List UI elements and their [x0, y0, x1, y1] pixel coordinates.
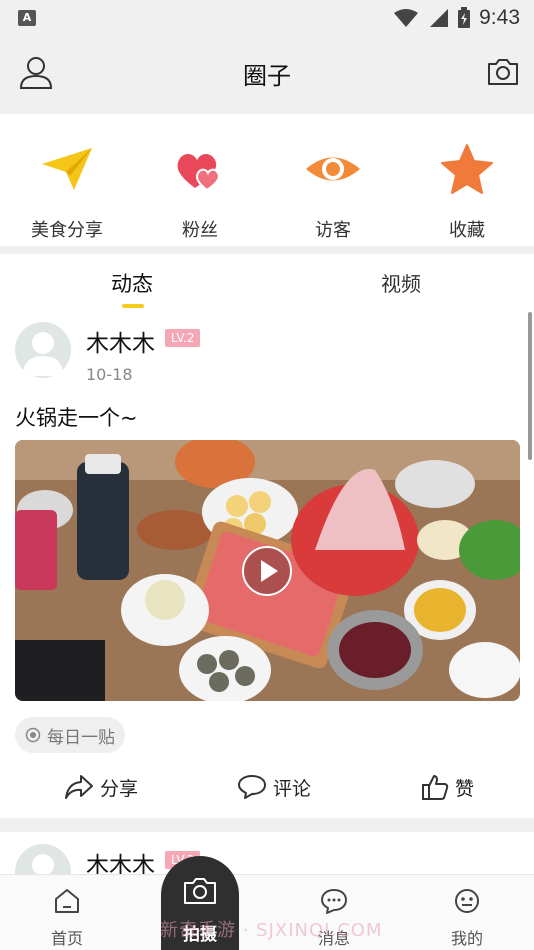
comment-button[interactable]: 评论: [237, 772, 311, 802]
share-icon: [65, 775, 93, 799]
share-label: 分享: [100, 777, 139, 800]
nav-label: 首页: [50, 929, 83, 948]
post-text: 火锅走一个~: [15, 406, 138, 430]
like-label: 赞: [455, 777, 475, 800]
camera-icon[interactable]: [486, 56, 520, 88]
chat-icon: [321, 889, 347, 914]
star-icon: [441, 144, 493, 194]
share-button[interactable]: 分享: [64, 772, 138, 802]
feed-tabs: 动态 视频: [0, 254, 534, 310]
page-title: 圈子: [243, 62, 291, 90]
post-video[interactable]: [15, 440, 520, 701]
level-badge: LV.2: [165, 329, 201, 347]
comment-icon: [238, 775, 266, 799]
scrollbar[interactable]: [528, 312, 532, 460]
watermark: 新奇手游 · SJXINQI.COM: [160, 920, 383, 941]
notification-indicator: A: [18, 10, 36, 26]
tab-videos[interactable]: 视频: [381, 268, 421, 297]
topic-tag[interactable]: 每日一贴: [15, 717, 125, 753]
default-avatar-icon: [23, 332, 63, 376]
target-icon: [25, 727, 41, 743]
topic-tag-label: 每日一贴: [47, 727, 115, 748]
battery-icon: [458, 7, 471, 28]
post-date: 10-18: [86, 365, 133, 384]
tab-dynamics[interactable]: 动态: [111, 268, 153, 298]
top-navbar: 圈子: [0, 38, 534, 114]
paper-plane-icon: [42, 148, 92, 190]
thumbs-up-icon: [422, 775, 449, 800]
signal-icon: [430, 9, 449, 27]
wifi-icon: [394, 9, 419, 27]
avatar[interactable]: [15, 322, 71, 378]
camera-icon: [184, 878, 216, 904]
status-icons: 9:43: [393, 5, 520, 31]
hearts-icon: [177, 154, 220, 192]
comment-label: 评论: [273, 777, 312, 800]
status-bar: A 9:43: [0, 0, 534, 38]
quick-item-visitors[interactable]: 访客: [266, 114, 400, 246]
quick-item-favorites[interactable]: 收藏: [400, 114, 534, 246]
quick-item-fans[interactable]: 粉丝: [133, 114, 267, 246]
home-icon: [55, 889, 79, 913]
feed-post: 木木木 LV.2 10-18 火锅走一个~ 每日一贴 分享 评论 赞: [0, 310, 534, 818]
clock: 9:43: [479, 6, 520, 29]
active-tab-indicator: [122, 304, 144, 308]
post-username[interactable]: 木木木: [86, 324, 155, 358]
quick-label: 收藏: [449, 220, 485, 241]
like-button[interactable]: 赞: [421, 772, 474, 802]
quick-item-food-share[interactable]: 美食分享: [0, 114, 134, 246]
profile-icon: [455, 889, 479, 913]
quick-label: 美食分享: [31, 220, 103, 241]
nav-label: 我的: [450, 929, 483, 948]
play-icon[interactable]: [241, 545, 293, 597]
nav-profile[interactable]: 我的: [417, 875, 517, 950]
nav-home[interactable]: 首页: [17, 875, 117, 950]
quick-label: 访客: [315, 220, 351, 241]
quick-actions: 美食分享 粉丝 访客 收藏: [0, 114, 534, 246]
quick-label: 粉丝: [182, 220, 218, 241]
eye-icon: [306, 157, 360, 181]
